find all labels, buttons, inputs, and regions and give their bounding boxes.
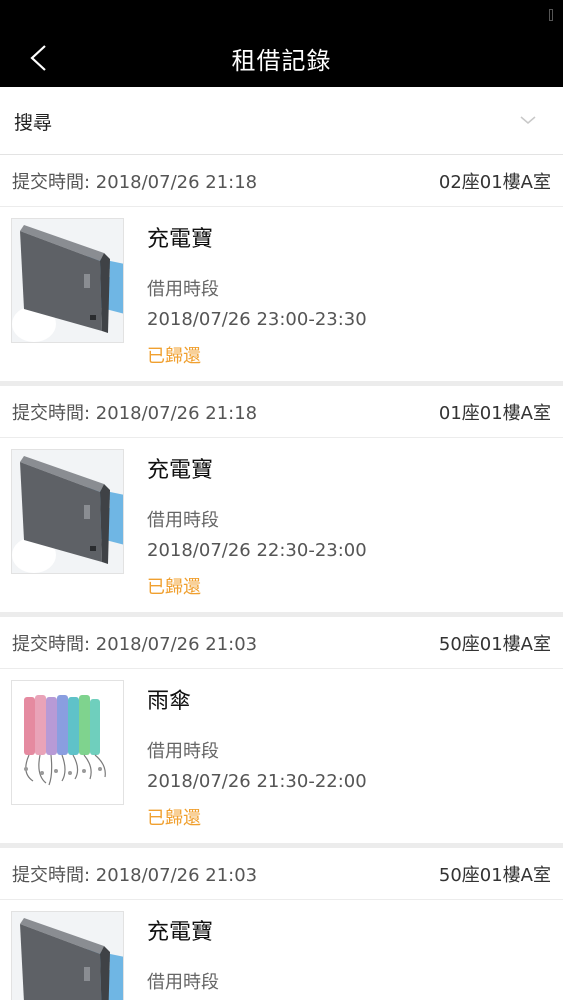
status-bar — [0, 0, 563, 30]
room-location: 01座01樓A室 — [438, 403, 551, 424]
record-card[interactable]: 提交時間: 2018/07/26 21:18 02座01樓A室 充電寶 借用時段… — [0, 155, 563, 381]
record-header: 提交時間: 2018/07/26 21:18 01座01樓A室 — [0, 386, 563, 438]
room-location: 02座01樓A室 — [438, 172, 551, 193]
item-name: 雨傘 — [147, 689, 192, 714]
record-header: 提交時間: 2018/07/26 21:03 50座01樓A室 — [0, 848, 563, 900]
status-badge: 已歸還 — [147, 808, 201, 829]
record-header: 提交時間: 2018/07/26 21:18 02座01樓A室 — [0, 155, 563, 207]
power-bank-image — [11, 911, 124, 1000]
status-badge: 已歸還 — [147, 577, 201, 598]
record-header: 提交時間: 2018/07/26 21:03 50座01樓A室 — [0, 617, 563, 669]
umbrella-image — [11, 680, 124, 805]
item-name: 充電寶 — [147, 920, 214, 945]
submit-time: 提交時間: 2018/07/26 21:18 — [12, 403, 258, 424]
record-card[interactable]: 提交時間: 2018/07/26 21:03 50座01樓A室 充電寶 借用時段 — [0, 848, 563, 1000]
room-location: 50座01樓A室 — [438, 634, 551, 655]
period-label: 借用時段 — [147, 510, 219, 531]
item-name: 充電寶 — [147, 227, 214, 252]
chevron-down-icon — [520, 116, 536, 124]
period-label: 借用時段 — [147, 741, 219, 762]
period-value: 2018/07/26 22:30-23:00 — [147, 540, 367, 561]
submit-time: 提交時間: 2018/07/26 21:03 — [12, 634, 258, 655]
period-label: 借用時段 — [147, 279, 219, 300]
search-dropdown[interactable]: 搜尋 — [0, 87, 563, 155]
item-name: 充電寶 — [147, 458, 214, 483]
status-badge: 已歸還 — [147, 346, 201, 367]
search-label: 搜尋 — [14, 111, 53, 134]
period-value: 2018/07/26 23:00-23:30 — [147, 309, 367, 330]
submit-time: 提交時間: 2018/07/26 21:03 — [12, 865, 258, 886]
record-card[interactable]: 提交時間: 2018/07/26 21:03 50座01樓A室 雨傘 借用時段 … — [0, 617, 563, 843]
battery-icon — [549, 9, 553, 21]
submit-time: 提交時間: 2018/07/26 21:18 — [12, 172, 258, 193]
page-title: 租借記錄 — [231, 47, 332, 75]
nav-bar: 租借記錄 — [0, 30, 563, 87]
power-bank-image — [11, 218, 124, 343]
power-bank-image — [11, 449, 124, 574]
period-label: 借用時段 — [147, 972, 219, 993]
record-card[interactable]: 提交時間: 2018/07/26 21:18 01座01樓A室 充電寶 借用時段… — [0, 386, 563, 612]
period-value: 2018/07/26 21:30-22:00 — [147, 771, 367, 792]
room-location: 50座01樓A室 — [438, 865, 551, 886]
